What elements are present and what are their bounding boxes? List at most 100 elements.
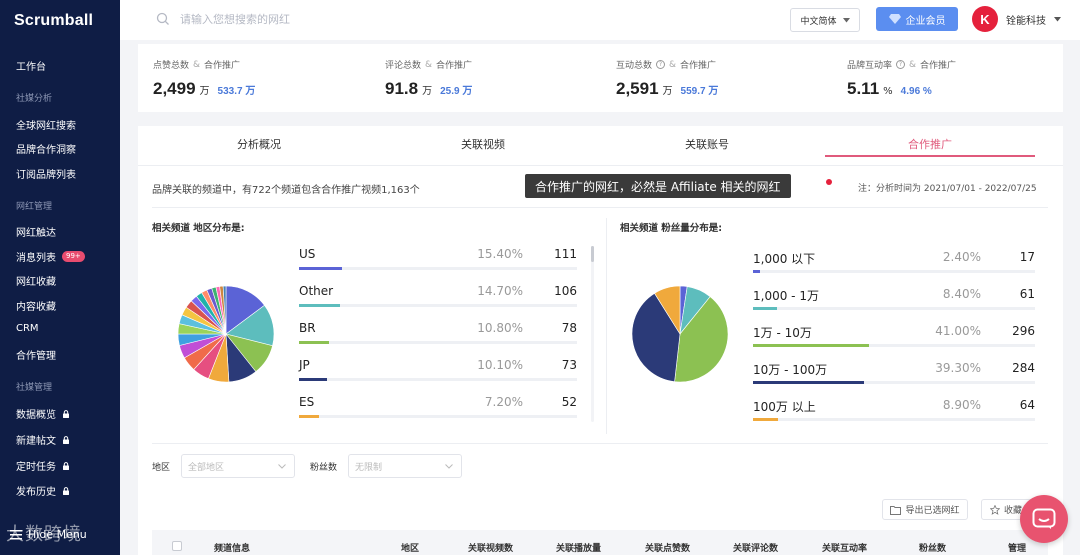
region-row: US 15.40% 111 [299,247,577,277]
stat-label: 互动总数 [616,61,653,71]
stat-sub-value: 533.7 万 [217,86,256,97]
fans-row-bar [753,307,777,310]
column-header-region[interactable]: 地区 [401,541,419,554]
fans-row-bar [753,418,779,421]
column-header-likes[interactable]: 关联点赞数 [645,541,690,554]
column-header-channel[interactable]: 频道信息 [214,541,250,554]
help-icon[interactable]: ? [896,60,906,69]
stat-label-row: 互动总数? & 合作推广 [616,58,718,72]
chat-button[interactable] [1020,495,1068,543]
sidebar-item-workspace[interactable]: 工作台 [16,58,46,73]
stat-label: 点赞总数 [153,61,190,71]
folder-icon [890,505,902,515]
region-row-track [299,378,577,381]
search-input[interactable]: 请输入您想搜索的网红 [180,11,290,27]
stat-label-row: 评论总数 & 合作推广 [385,58,472,72]
app-logo[interactable]: Scrumball [14,12,93,30]
region-filter-select[interactable]: 全部地区 [181,454,295,478]
sidebar-item-brand-subscriptions[interactable]: 订阅品牌列表 [16,166,76,181]
fans-filter-select[interactable]: 无限制 [348,454,462,478]
stat-value: 91.8 [385,79,419,98]
tab-related-accounts[interactable]: 关联账号 [602,136,812,152]
main-panel: 分析概况 关联视频 关联账号 合作推广 品牌关联的频道中，有722个频道包含合作… [138,126,1063,555]
region-row-percent: 10.80% [477,321,523,335]
tab-bar: 分析概况 关联视频 关联账号 合作推广 [138,126,1063,166]
stat-value: 5.11 [847,79,880,98]
divider [152,443,1048,444]
language-select[interactable]: 中文简体 [790,8,860,32]
sidebar-item-collaboration[interactable]: 合作管理 [16,347,56,362]
sidebar-item-brand-insight[interactable]: 品牌合作洞察 [16,141,76,156]
region-row-count: 52 [561,395,577,409]
sidebar-item-new-post[interactable]: 新建帖文 [16,432,70,447]
fans-row-track [753,381,1035,384]
region-row-label: JP [299,358,310,372]
lock-icon [63,435,69,444]
stat-amp: & [193,59,201,70]
top-bar: 请输入您想搜索的网红 中文简体 企业会员 K 铨能科技 [120,0,1080,40]
fans-row-label: 1万 - 10万 [753,326,812,340]
column-header-manage[interactable]: 管理 [1008,541,1026,554]
stat-unit: % [883,86,893,97]
sidebar-item-influencer-favorites[interactable]: 网红收藏 [16,273,56,288]
select-all-checkbox[interactable] [172,541,182,551]
tab-promotions[interactable]: 合作推广 [825,136,1035,152]
stats-card: 点赞总数 & 合作推广 2,499 万 533.7 万 评论总数 & 合作推广 91.8 万 2… [138,44,1063,112]
region-row-count: 111 [554,247,577,261]
fans-row: 1,000 - 1万 8.40% 61 [753,287,1035,317]
tab-overview[interactable]: 分析概况 [154,136,364,152]
fans-row-count: 284 [1012,361,1035,375]
enterprise-member-button[interactable]: 企业会员 [876,7,958,31]
active-tab-indicator [825,155,1035,157]
sidebar-item-label: 网红收藏 [16,277,56,288]
fans-row-track [753,344,1035,347]
lock-icon [63,486,69,495]
column-header-engagement-rate[interactable]: 关联互动率 [822,541,867,554]
section-divider [606,218,607,434]
sidebar-item-label: 消息列表 [16,253,56,264]
fans-row: 10万 - 100万 39.30% 284 [753,361,1035,391]
stat-interactions: 互动总数? & 合作推广 2,591 万 559.7 万 [616,58,718,99]
region-row-label: US [299,247,316,261]
help-icon[interactable]: ? [656,60,666,69]
column-header-fans[interactable]: 粉丝数 [919,541,946,554]
language-label: 中文简体 [800,16,837,27]
region-row-track [299,304,577,307]
tab-related-videos[interactable]: 关联视频 [378,136,588,152]
sidebar-item-label: 品牌合作洞察 [16,145,76,156]
stat-sub-label: 合作推广 [204,61,241,71]
sidebar-item-data-overview[interactable]: 数据概览 [16,406,70,421]
sidebar-item-label: 新建帖文 [16,436,56,447]
stat-value: 2,499 [153,79,196,98]
column-header-views[interactable]: 关联播放量 [556,541,601,554]
export-selected-button[interactable]: 导出已选网红 [882,499,968,520]
column-header-video-count[interactable]: 关联视频数 [468,541,513,554]
stat-value-row: 2,591 万 559.7 万 [616,79,718,99]
account-menu[interactable]: K 铨能科技 [972,6,1061,32]
stat-value-row: 2,499 万 533.7 万 [153,79,255,99]
column-header-comments[interactable]: 关联评论数 [733,541,778,554]
sidebar-group-title: 社媒分析 [16,94,53,104]
stat-label-row: 点赞总数 & 合作推广 [153,58,255,72]
sidebar-item-crm[interactable]: CRM [16,323,39,334]
sidebar-item-outreach[interactable]: 网红触达 [16,224,56,239]
search-box[interactable]: 请输入您想搜索的网红 [156,11,290,27]
sidebar-item-content-favorites[interactable]: 内容收藏 [16,298,56,313]
chat-icon [1032,508,1056,529]
region-row-bar [299,267,342,270]
fans-row: 1,000 以下 2.40% 17 [753,250,1035,280]
sidebar-item-scheduled-tasks[interactable]: 定时任务 [16,458,70,473]
star-icon [990,504,1000,515]
collect-label: 收藏 [1004,506,1023,516]
stat-amp: & [909,59,917,70]
fans-row: 100万 以上 8.90% 64 [753,398,1035,428]
stat-likes: 点赞总数 & 合作推广 2,499 万 533.7 万 [153,58,255,99]
region-row-track [299,415,577,418]
sidebar-item-publish-history[interactable]: 发布历史 [16,483,70,498]
region-scroll-track[interactable] [591,246,594,422]
sidebar-item-messages[interactable]: 消息列表 99+ [16,249,85,264]
stat-value: 2,591 [616,79,659,98]
region-scrollbar-thumb[interactable] [591,246,594,262]
sidebar-item-influencer-search[interactable]: 全球网红搜索 [16,117,76,132]
search-icon [156,12,169,25]
